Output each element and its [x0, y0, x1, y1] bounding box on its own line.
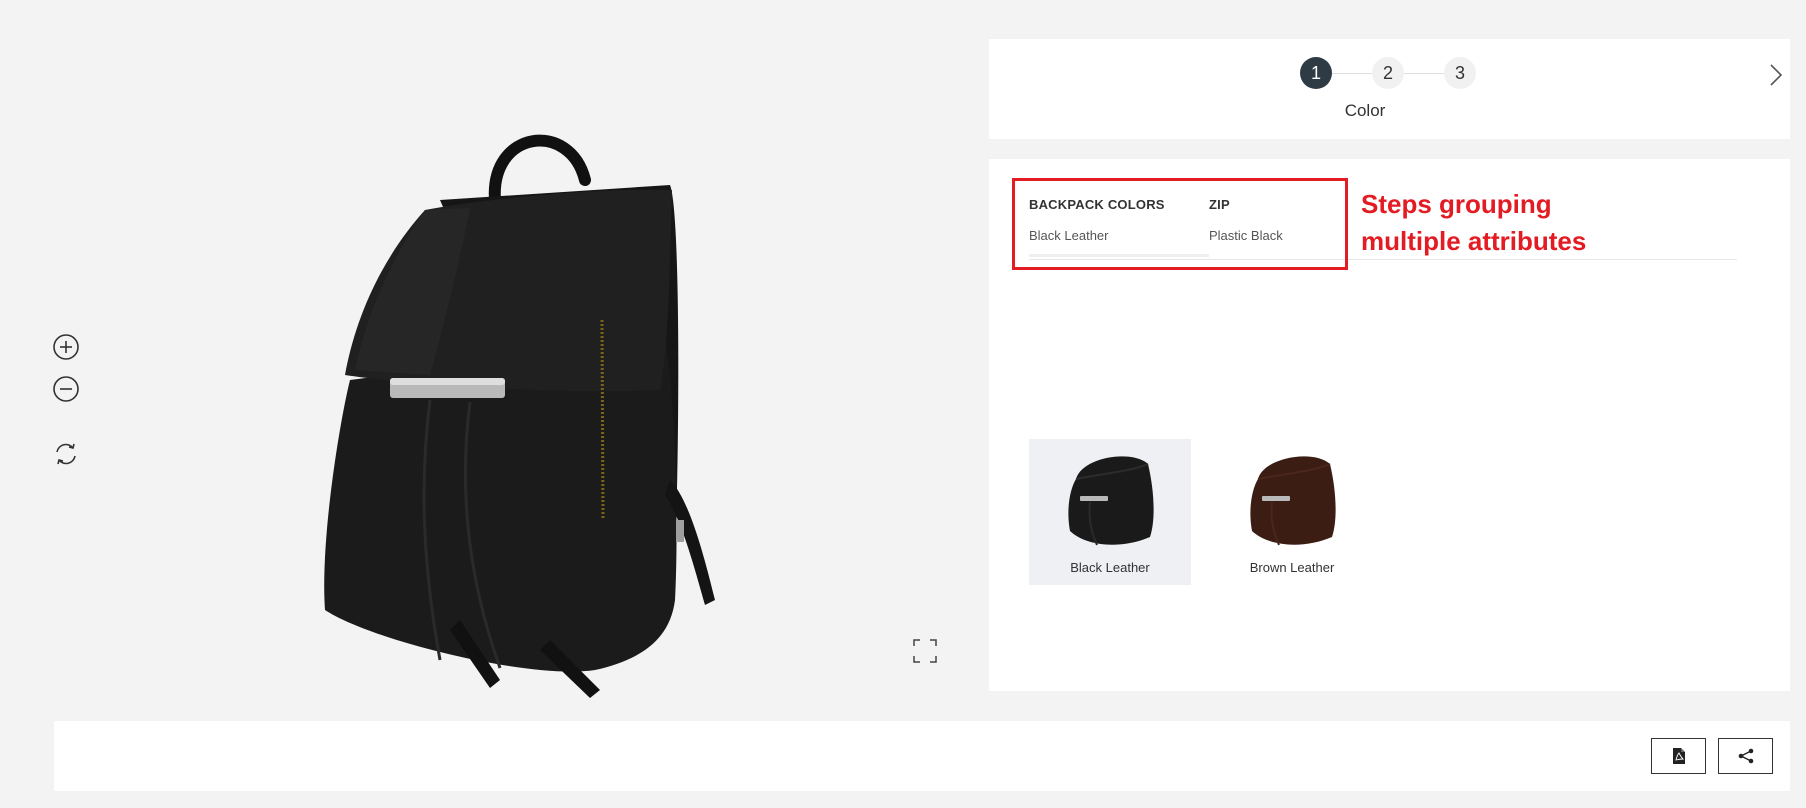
- stepper-panel: 1 2 3 Color: [989, 39, 1790, 139]
- attribute-value: Plastic Black: [1209, 228, 1283, 243]
- attribute-value: Black Leather: [1029, 228, 1109, 243]
- swatch-image: [1068, 456, 1154, 546]
- attribute-tab-backpack-colors[interactable]: BACKPACK COLORS Black Leather: [1029, 197, 1165, 243]
- step-indicator: 1 2 3: [1300, 56, 1490, 90]
- attribute-tab-zip[interactable]: ZIP Plastic Black: [1209, 197, 1283, 243]
- rotate-icon: [56, 443, 76, 465]
- minus-circle-icon: [53, 376, 79, 402]
- annotation-text: Steps grouping multiple attributes: [1361, 186, 1586, 260]
- swatch-label: Black Leather: [1070, 560, 1150, 575]
- swatch-brown-leather[interactable]: Brown Leather: [1211, 439, 1373, 585]
- current-step-label: Color: [1344, 101, 1386, 120]
- share-icon: [1738, 748, 1753, 764]
- swatch-black-leather[interactable]: Black Leather: [1029, 439, 1191, 585]
- step-3[interactable]: 3: [1444, 57, 1476, 89]
- attribute-name: BACKPACK COLORS: [1029, 197, 1165, 212]
- pdf-icon: [1672, 748, 1685, 764]
- plus-circle-icon: [53, 334, 79, 360]
- step-2[interactable]: 2: [1372, 57, 1404, 89]
- chevron-right-icon[interactable]: [1766, 62, 1786, 88]
- fullscreen-icon[interactable]: [912, 638, 938, 664]
- product-3d-view[interactable]: [310, 120, 750, 700]
- annotation-line-1: Steps grouping: [1361, 189, 1552, 219]
- step-1[interactable]: 1: [1300, 57, 1332, 89]
- zoom-out-button[interactable]: [51, 374, 81, 404]
- swatch-label: Brown Leather: [1249, 560, 1335, 575]
- swatch-image: [1250, 456, 1336, 546]
- step-connector: [1404, 73, 1444, 74]
- attribute-name: ZIP: [1209, 197, 1230, 212]
- annotation-line-2: multiple attributes: [1361, 226, 1587, 256]
- step-connector: [1332, 73, 1372, 74]
- zoom-in-button[interactable]: [51, 332, 81, 362]
- rotate-button[interactable]: [51, 439, 81, 469]
- bottom-toolbar: [54, 721, 1790, 791]
- share-button[interactable]: [1718, 738, 1773, 774]
- pdf-export-button[interactable]: [1651, 738, 1706, 774]
- active-tab-underline: [1029, 254, 1209, 257]
